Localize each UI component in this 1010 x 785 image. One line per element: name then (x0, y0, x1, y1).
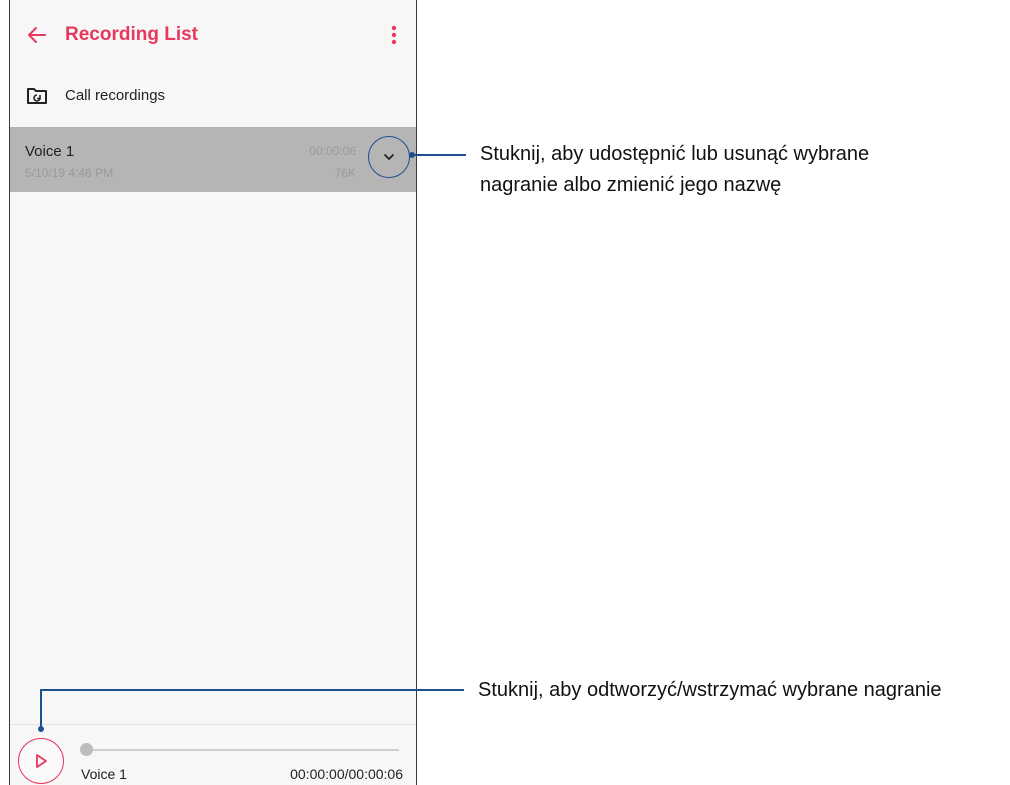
callout-play-dot (38, 726, 44, 732)
player-divider (10, 724, 416, 725)
player-time: 00:00:00/00:00:06 (290, 766, 403, 782)
callout-play-text: Stuknij, aby odtworzyć/wstrzymać wybrane… (478, 679, 942, 701)
page-title: Recording List (65, 24, 199, 45)
callout-expand-line (412, 154, 466, 156)
play-pause-button[interactable] (18, 738, 64, 784)
recording-name: Voice 1 (25, 143, 75, 160)
folder-label: Call recordings (65, 87, 166, 104)
recording-size: 76K (334, 166, 356, 180)
expand-options-button[interactable] (368, 136, 410, 178)
player-track-name: Voice 1 (81, 766, 127, 782)
callout-play-line-v (40, 689, 42, 729)
more-vert-icon (391, 25, 397, 45)
callout-expand-text-line1: Stuknij, aby udostępnić lub usunąć wybra… (480, 143, 870, 165)
call-recordings-folder[interactable]: Call recordings (10, 78, 416, 114)
arrow-left-icon (28, 27, 46, 43)
chevron-down-icon (384, 154, 394, 160)
seek-thumb[interactable] (80, 743, 93, 756)
phone-screen: Recording List Call recordings Voice 1 5… (9, 0, 417, 785)
recording-duration: 00:00:06 (309, 144, 356, 158)
recording-date: 5/10/19 4:48 PM (25, 166, 114, 180)
more-options-button[interactable] (386, 22, 402, 48)
folder-sync-icon (27, 88, 47, 104)
recording-item[interactable]: Voice 1 5/10/19 4:48 PM 00:00:06 76K (10, 127, 416, 192)
seek-track[interactable] (85, 749, 399, 751)
callout-play-line-h (40, 689, 464, 691)
app-bar: Recording List (10, 0, 416, 70)
callout-expand-text-line2: nagranie albo zmienić jego nazwę (480, 174, 782, 196)
play-icon (36, 754, 47, 768)
back-button[interactable] (22, 20, 52, 50)
